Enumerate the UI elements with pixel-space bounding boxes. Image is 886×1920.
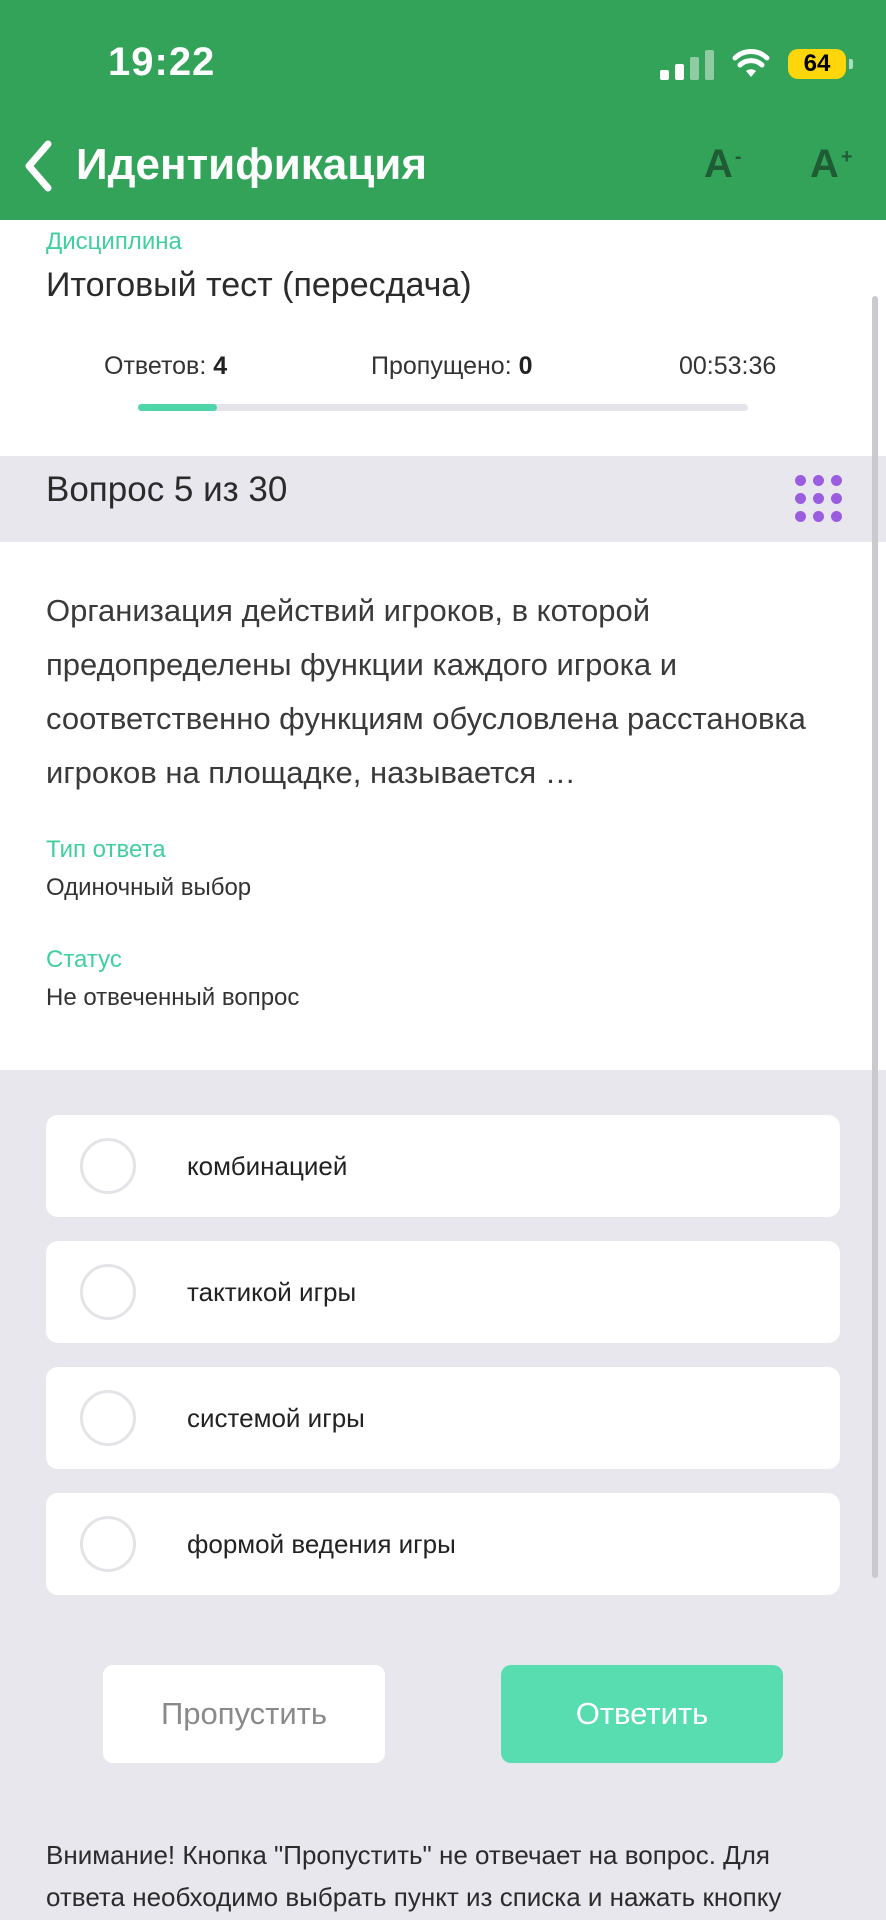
font-increase-letter: A bbox=[810, 142, 839, 186]
font-decrease-button[interactable]: A- bbox=[704, 142, 742, 187]
discipline-title: Итоговый тест (пересдача) bbox=[46, 266, 472, 304]
wifi-icon bbox=[732, 49, 770, 77]
battery-level: 64 bbox=[803, 50, 831, 77]
answered-value: 4 bbox=[213, 352, 228, 380]
skip-button[interactable]: Пропустить bbox=[103, 1665, 385, 1763]
answered-stat: Ответов: 4 bbox=[104, 352, 227, 381]
radio-button[interactable] bbox=[80, 1264, 136, 1320]
answer-type-value: Одиночный выбор bbox=[46, 874, 252, 901]
answer-option[interactable]: тактикой игры bbox=[46, 1241, 840, 1343]
chevron-left-icon bbox=[25, 140, 52, 192]
skipped-value: 0 bbox=[518, 352, 533, 380]
radio-button[interactable] bbox=[80, 1390, 136, 1446]
answer-option-label: системой игры bbox=[187, 1402, 365, 1433]
page-title: Идентификация bbox=[76, 140, 428, 189]
answer-option-label: комбинацией bbox=[187, 1150, 348, 1181]
answered-label: Ответов: bbox=[104, 352, 207, 380]
battery-icon: 64 bbox=[788, 49, 853, 79]
app-screen: 19:22 64 Идентификация A- A + Дисциплина… bbox=[0, 0, 886, 1920]
font-decrease-sign: - bbox=[734, 145, 742, 168]
skipped-stat: Пропущено: 0 bbox=[371, 352, 533, 381]
answer-button[interactable]: Ответить bbox=[501, 1665, 783, 1763]
radio-button[interactable] bbox=[80, 1516, 136, 1572]
question-text: Организация действий игроков, в которой … bbox=[46, 593, 806, 790]
timer: 00:53:36 bbox=[679, 352, 777, 380]
status-label: Статус bbox=[46, 946, 122, 973]
skipped-label: Пропущено: bbox=[371, 352, 512, 380]
font-increase-button[interactable]: A + bbox=[810, 142, 853, 187]
answer-option[interactable]: комбинацией bbox=[46, 1115, 840, 1217]
answer-option-label: тактикой игры bbox=[187, 1276, 357, 1307]
font-decrease-letter: A bbox=[704, 142, 733, 186]
scrollbar[interactable] bbox=[872, 296, 878, 1578]
skip-warning-text: Внимание! Кнопка "Пропустить" не отвечае… bbox=[46, 1840, 782, 1912]
answer-option[interactable]: формой ведения игры bbox=[46, 1493, 840, 1595]
answer-option[interactable]: системой игры bbox=[46, 1367, 840, 1469]
status-value: Не отвеченный вопрос bbox=[46, 984, 300, 1011]
back-button[interactable] bbox=[18, 138, 58, 194]
progress-fill bbox=[138, 404, 218, 411]
status-time: 19:22 bbox=[108, 40, 216, 84]
progress-bar bbox=[138, 404, 748, 411]
answer-type-label: Тип ответа bbox=[46, 836, 166, 863]
app-header: 19:22 64 Идентификация A- A + bbox=[0, 0, 886, 220]
cellular-signal-icon bbox=[660, 48, 714, 80]
discipline-label: Дисциплина bbox=[46, 228, 182, 255]
font-increase-sign: + bbox=[840, 145, 853, 168]
radio-button[interactable] bbox=[80, 1138, 136, 1194]
question-grid-icon[interactable] bbox=[794, 474, 842, 522]
answer-option-label: формой ведения игры bbox=[187, 1528, 456, 1559]
question-counter: Вопрос 5 из 30 bbox=[46, 470, 288, 509]
status-icons: 64 bbox=[660, 44, 853, 84]
